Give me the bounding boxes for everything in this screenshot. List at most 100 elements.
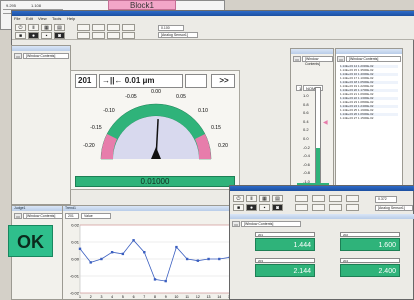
channel-value: 2.400	[340, 264, 400, 277]
trend-panel: Trend1 201 Value 0.02 0.01 0.00 -0.01 -0.02 1…	[62, 205, 238, 300]
y-tick-label: 0.01	[71, 240, 80, 245]
layout-icon[interactable]	[312, 204, 325, 211]
table-row[interactable]: 1.14E+03 27 1.1500E-02	[340, 117, 398, 120]
pause-icon[interactable]: Ⅱ	[246, 195, 257, 202]
layout-icon[interactable]	[346, 195, 359, 202]
expand-button[interactable]: >>	[211, 74, 235, 88]
layout-icon[interactable]	[122, 32, 135, 39]
pause-icon[interactable]: Ⅱ	[28, 24, 39, 31]
chart-channel: 201	[65, 213, 79, 219]
layout-icon[interactable]	[295, 204, 308, 211]
bar-marker-icon: ◀	[323, 120, 328, 126]
save-icon[interactable]: ▪	[259, 204, 270, 211]
scale-label: -0.4	[303, 153, 310, 159]
grid-icon[interactable]: ▦	[41, 24, 52, 31]
scale-label: 0.8	[303, 101, 309, 107]
table-row[interactable]: 1.14E+03 18 1.0500E-02	[340, 81, 398, 84]
layout-icon[interactable]	[92, 24, 105, 31]
window-contents-select[interactable]: [Window Contents]	[346, 56, 401, 62]
block-label[interactable]: Block1	[108, 0, 176, 10]
table-row[interactable]: 1.14E+03 17 1.1000E-02	[340, 77, 398, 80]
tick-label: 0.00	[151, 89, 161, 95]
panel-header	[291, 49, 333, 54]
window-contents-select[interactable]: [Window Contents]	[23, 213, 63, 219]
tick-label: 0.10	[198, 108, 208, 114]
panel-header	[230, 214, 414, 219]
save-icon[interactable]: ▪	[41, 32, 52, 39]
power-icon[interactable]: ⏻	[15, 24, 26, 31]
window-icon[interactable]: ▭	[14, 53, 22, 59]
table-row[interactable]: 1.14E+03 20 1.1700E-02	[340, 89, 398, 92]
table-row[interactable]: 1.14E+03 25 1.1900E-02	[340, 109, 398, 112]
table-row[interactable]: 1.14E+03 14 1.2030E-02	[340, 65, 398, 68]
table-row[interactable]: 1.14E+03 16 1.4000E-02	[340, 73, 398, 76]
window-contents-select[interactable]: [Window Contents]	[302, 56, 333, 66]
sensor-dropdown[interactable]: [Analog Sensor1]	[375, 205, 413, 211]
x-tick-label: 14	[217, 295, 221, 299]
window-icon[interactable]: ▭	[293, 56, 301, 62]
layout-icon[interactable]	[346, 204, 359, 211]
chart-icon[interactable]: ▤	[272, 195, 283, 202]
power-icon[interactable]: ⏻	[233, 195, 244, 202]
tick-label: 0.20	[218, 143, 228, 149]
layout-icon[interactable]	[107, 32, 120, 39]
panel-header	[336, 49, 402, 54]
layout-icon[interactable]	[329, 195, 342, 202]
window-icon[interactable]: ▭	[14, 213, 22, 219]
table-row[interactable]: 1.14E+03 23 1.0800E-02	[340, 101, 398, 104]
table-row[interactable]: 1.14E+03 15 1.3500E-02	[340, 69, 398, 72]
x-tick-label: 11	[185, 295, 189, 299]
x-tick-label: 3	[100, 295, 102, 299]
stop-icon[interactable]: ■	[233, 204, 244, 211]
scale-label: 0.4	[303, 118, 309, 124]
table-row[interactable]: 1.14E+03 26 1.0600E-02	[340, 113, 398, 116]
window-contents-select[interactable]: [Window Contents]	[23, 53, 69, 59]
layout-icon[interactable]	[329, 204, 342, 211]
channel-tag: 204	[340, 258, 400, 263]
record-icon[interactable]: ●	[246, 204, 257, 211]
ok-status-badge: OK	[8, 225, 53, 257]
data-point	[164, 279, 167, 283]
channel-value: 1.444	[255, 238, 315, 251]
data-point	[132, 239, 135, 242]
title-bar[interactable]	[230, 186, 414, 191]
camera-icon[interactable]: ◙	[272, 204, 283, 211]
table-row[interactable]: 1.14E+03 24 1.2400E-02	[340, 105, 398, 108]
table-row[interactable]: 1.14E+03 19 1.2200E-02	[340, 85, 398, 88]
layout-icon[interactable]	[92, 32, 105, 39]
channel-tag: 202	[340, 232, 400, 237]
window-icon[interactable]: ▭	[232, 221, 240, 227]
layout-icon[interactable]	[77, 24, 90, 31]
x-tick-label: 6	[133, 295, 135, 299]
table-row[interactable]: 1.14E+03 22 1.1300E-02	[340, 97, 398, 100]
layout-icon[interactable]	[107, 24, 120, 31]
value-box[interactable]: 0.372	[375, 196, 397, 203]
chart-icon[interactable]: ▤	[54, 24, 65, 31]
layout-icon[interactable]	[122, 24, 135, 31]
record-icon[interactable]: ●	[28, 32, 39, 39]
sensor-dropdown[interactable]: [Analog Sensor1]	[158, 32, 198, 38]
data-point	[89, 261, 92, 264]
camera-icon[interactable]: ◙	[54, 32, 65, 39]
tick-label: -0.10	[103, 108, 115, 114]
bar-channel: 1	[296, 85, 302, 91]
tick-label: -0.20	[83, 143, 95, 149]
left-panel: ▭ [Window Contents]	[11, 45, 71, 205]
stop-icon[interactable]: ■	[15, 32, 26, 39]
front-window: ⏻ Ⅱ ▦ ▤ ■ ● ▪ ◙ 0.372 [Analog Sensor1] ▭…	[229, 185, 414, 300]
grid-icon[interactable]: ▦	[259, 195, 270, 202]
value-box[interactable]: 0.100	[158, 25, 184, 31]
x-tick-label: 8	[154, 295, 156, 299]
x-tick-label: 12	[196, 295, 200, 299]
window-contents-select[interactable]: [Window Contents]	[241, 221, 301, 227]
channel-value: 2.144	[255, 264, 315, 277]
layout-icon[interactable]	[312, 195, 325, 202]
layout-icon[interactable]	[77, 32, 90, 39]
table-row[interactable]: 1.14E+03 21 1.0900E-02	[340, 93, 398, 96]
data-point	[110, 251, 114, 254]
x-tick-label: 5	[122, 295, 124, 299]
scale-label: -0.8	[303, 170, 310, 176]
data-point	[121, 252, 125, 256]
window-icon[interactable]: ▭	[337, 56, 345, 62]
layout-icon[interactable]	[295, 195, 308, 202]
